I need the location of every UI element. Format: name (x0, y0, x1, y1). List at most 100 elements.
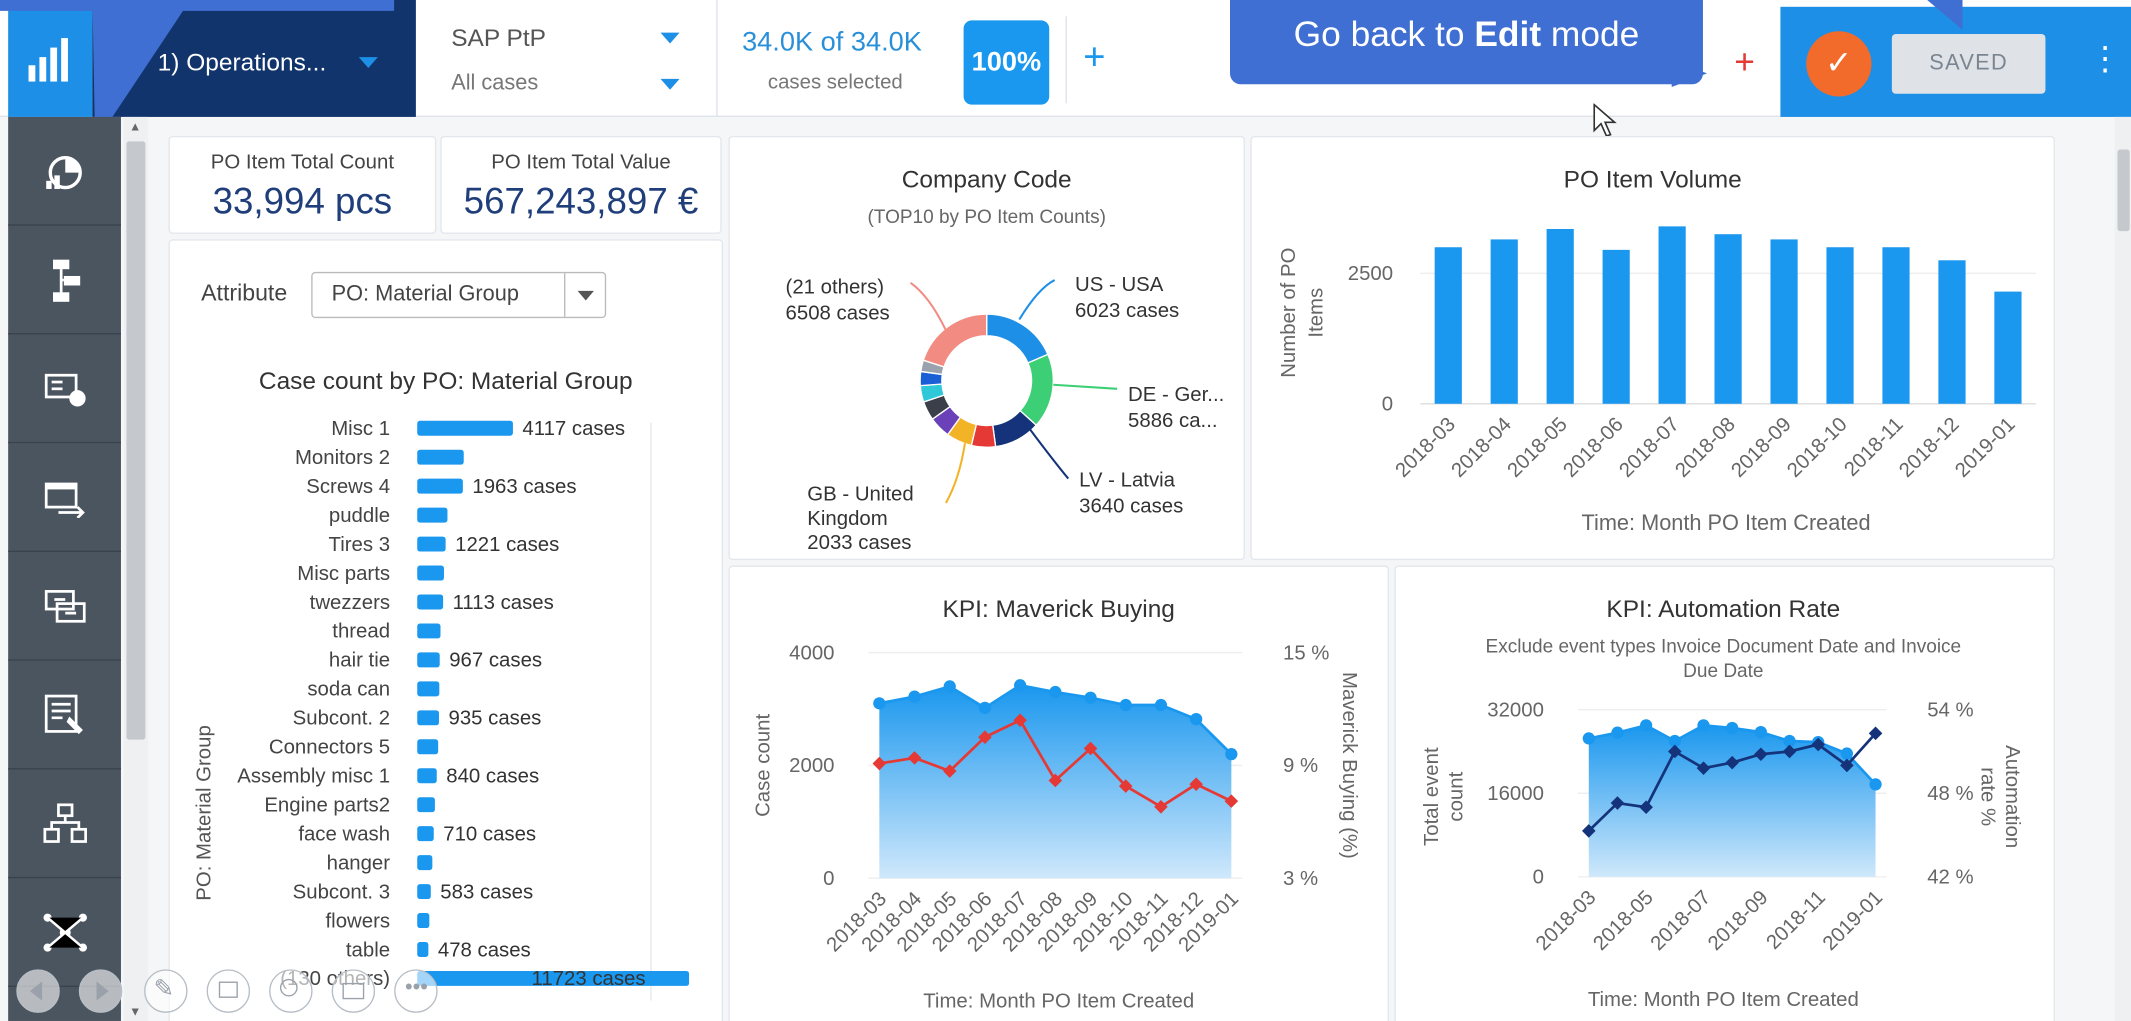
y-tick-label: 16000 (1487, 783, 1544, 805)
bar-category-label: soda can (307, 679, 390, 701)
bar-data-label: 1221 cases (455, 534, 559, 556)
previous-slide-button[interactable] (16, 969, 60, 1013)
area-point (978, 701, 992, 714)
y2-tick-label: 48 % (1927, 783, 1973, 805)
attribute-dropdown[interactable]: PO: Material Group (311, 271, 607, 319)
pen-tool-button[interactable]: ✎ (144, 969, 188, 1013)
x-tick-label: 2018-08 (1671, 414, 1739, 482)
process-flow-icon (52, 258, 80, 302)
area-point (1225, 747, 1238, 761)
kpi-value: 33,994 pcs (212, 180, 393, 222)
chart-title: KPI: Automation Rate (1606, 596, 1840, 623)
y-tick-label: 2000 (789, 755, 834, 777)
leader-line (1029, 428, 1070, 480)
slice-label: US - USA (1075, 274, 1164, 296)
sidebar-item-connections[interactable] (8, 552, 121, 661)
company-code-chart: Company Code (TOP10 by PO Item Counts) U… (786, 167, 1225, 555)
bar (417, 826, 434, 842)
slice-value-label: 3640 cases (1079, 496, 1183, 518)
sidebar-item-analysis[interactable] (8, 334, 121, 444)
add-icon[interactable]: + (1734, 41, 1755, 82)
y-tick-label: 0 (1533, 867, 1544, 889)
tutorial-callout (0, 0, 395, 11)
app-logo[interactable] (8, 0, 93, 117)
report-icon (44, 694, 83, 734)
bar (417, 652, 440, 668)
analysis-icon (44, 373, 85, 406)
bar-category-label: hair tie (329, 650, 390, 672)
tooltip-emphasis: Edit (1474, 13, 1542, 55)
add-filter-button[interactable]: + (1083, 36, 1105, 78)
bar-data-label: 1963 cases (472, 476, 576, 498)
selection-percent-badge[interactable]: 100% (963, 20, 1050, 105)
scrollbar-thumb[interactable] (126, 141, 146, 740)
bar-data-label: 710 cases (443, 823, 536, 845)
y2-tick-label: 9 % (1283, 755, 1318, 777)
check-icon: ✓ (1825, 44, 1853, 82)
area-point (1119, 698, 1132, 712)
slice-label: LV - Latvia (1079, 470, 1176, 492)
more-options-button[interactable]: ••• (394, 969, 438, 1013)
scroll-down-icon[interactable]: ▼ (129, 1005, 141, 1019)
chevron-down-icon[interactable] (660, 32, 680, 44)
sidebar-item-hierarchy[interactable] (8, 769, 121, 879)
main-scrollbar[interactable] (2114, 116, 2131, 1021)
bar-category-label: flowers (326, 910, 391, 932)
sidebar-item-reports[interactable] (8, 661, 121, 770)
slice-value-label: 2033 cases (807, 532, 911, 554)
bar (1938, 260, 1966, 404)
sidebar-item-dashboard[interactable] (8, 117, 121, 226)
confirm-button[interactable]: ✓ (1806, 31, 1872, 97)
maverick-buying-chart: KPI: Maverick Buying Case count Maverick… (752, 596, 1360, 1012)
data-transfer-icon (44, 481, 85, 518)
more-menu-button[interactable]: ⋮ (2089, 35, 2122, 84)
cases-selected-count: 34.0K of 34.0K (742, 27, 922, 58)
bar (1490, 239, 1518, 404)
saved-button[interactable]: SAVED (1891, 33, 2046, 94)
y-tick-label: 32000 (1487, 699, 1544, 721)
bar-data-label: 1113 cases (453, 592, 554, 614)
bar-data-label: 583 cases (440, 881, 533, 903)
pie-slice (986, 313, 1049, 364)
datasource-selector[interactable]: SAP PtP All cases (416, 0, 718, 117)
bar-category-label: Assembly misc 1 (237, 766, 390, 788)
ellipsis-icon: ••• (405, 976, 428, 1000)
leader-line (1018, 279, 1056, 321)
filter-name: All cases (451, 72, 539, 96)
leader-line (910, 281, 947, 331)
bar (417, 478, 463, 494)
chevron-down-icon[interactable] (660, 78, 680, 90)
bar (417, 507, 448, 523)
subtitles-button[interactable] (331, 969, 376, 1013)
slice-label: Kingdom (807, 508, 887, 530)
area-point (1726, 721, 1739, 735)
bar-data-label: 840 cases (446, 766, 539, 788)
next-slide-button[interactable] (78, 969, 123, 1013)
x-tick-label: 2018-12 (1895, 414, 1963, 482)
x-tick-label: 2018-09 (1727, 414, 1795, 482)
x-tick-label: 2018-10 (1783, 414, 1851, 482)
bar-category-label: Subcont. 3 (293, 881, 390, 903)
x-tick-label: 2018-09 (1704, 887, 1772, 955)
pie-slice (922, 313, 988, 368)
bar (1770, 239, 1798, 404)
slides-button[interactable] (206, 969, 251, 1013)
y-tick-label: 2500 (1348, 263, 1393, 285)
y-axis-label: Number of PO (1278, 248, 1300, 378)
bar-data-label: 4117 cases (522, 418, 625, 440)
sidebar-item-process[interactable] (8, 226, 121, 335)
bar (417, 623, 441, 639)
x-axis-label: Time: Month PO Item Created (923, 990, 1194, 1012)
sidebar-item-data-transfer[interactable] (8, 443, 121, 552)
bar (1714, 234, 1742, 404)
connections-icon (44, 589, 85, 622)
y-axis-label: Items (1305, 288, 1327, 338)
kpi-card-count: PO Item Total Count 33,994 pcs (168, 135, 437, 234)
scrollbar-thumb[interactable] (2117, 149, 2130, 232)
scroll-up-icon[interactable]: ▲ (129, 120, 141, 134)
zoom-button[interactable] (269, 969, 313, 1013)
bar-category-label: Monitors 2 (295, 447, 390, 469)
material-group-chart: Case count by PO: Material Group PO: Mat… (194, 368, 690, 1001)
kpi-title: PO Item Total Count (210, 150, 394, 175)
dropdown-toggle[interactable] (564, 273, 605, 317)
